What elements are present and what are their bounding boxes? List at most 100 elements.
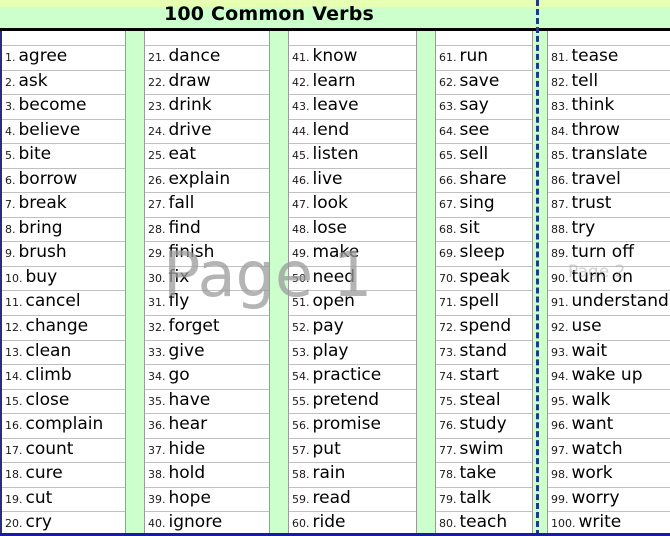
list-item[interactable]: 13. clean <box>2 341 125 366</box>
list-item[interactable]: 18. cure <box>2 463 125 488</box>
list-item[interactable]: 99. worry <box>548 488 670 513</box>
list-item[interactable]: 37. hide <box>145 439 269 464</box>
list-item[interactable]: 85. translate <box>548 144 670 169</box>
list-item[interactable]: 27. fall <box>145 193 269 218</box>
list-item[interactable]: 42. learn <box>289 71 416 96</box>
list-item[interactable]: 51. open <box>289 291 416 317</box>
list-item[interactable]: 28. find <box>145 218 269 243</box>
list-item[interactable]: 70. speak <box>436 267 532 292</box>
list-item[interactable]: 50. need <box>289 267 416 292</box>
list-item[interactable]: 54. practice <box>289 365 416 390</box>
list-item[interactable]: 71. spell <box>436 291 532 317</box>
item-number: 100. <box>551 517 576 531</box>
list-item[interactable]: 5. bite <box>2 144 125 169</box>
list-item[interactable]: 43. leave <box>289 95 416 120</box>
list-item[interactable]: 25. eat <box>145 144 269 169</box>
list-item[interactable]: 14. climb <box>2 365 125 390</box>
list-item[interactable]: 49. make <box>289 242 416 267</box>
list-item[interactable]: 97. watch <box>548 439 670 464</box>
list-item[interactable]: 75. steal <box>436 390 532 415</box>
list-item[interactable]: 73. stand <box>436 341 532 366</box>
list-item[interactable]: 69. sleep <box>436 242 532 267</box>
list-item[interactable]: 95. walk <box>548 390 670 415</box>
list-item[interactable]: 88. try <box>548 218 670 243</box>
list-item[interactable]: 3. become <box>2 95 125 120</box>
list-item[interactable]: 56. promise <box>289 414 416 439</box>
list-item[interactable]: 31. fly <box>145 291 269 317</box>
list-item[interactable]: 61. run <box>436 46 532 71</box>
list-item[interactable]: 8. bring <box>2 218 125 243</box>
list-item[interactable]: 57. put <box>289 439 416 464</box>
list-item[interactable]: 39. hope <box>145 488 269 513</box>
list-item[interactable]: 47. look <box>289 193 416 218</box>
list-item[interactable]: 26. explain <box>145 169 269 194</box>
list-item[interactable]: 72. spend <box>436 316 532 341</box>
list-item[interactable]: 10. buy <box>2 267 125 292</box>
item-word: break <box>18 193 67 214</box>
list-item[interactable]: 91. understand <box>548 291 670 317</box>
list-item[interactable]: 94. wake up <box>548 365 670 390</box>
list-item[interactable]: 86. travel <box>548 169 670 194</box>
list-item[interactable]: 74. start <box>436 365 532 390</box>
list-item[interactable]: 38. hold <box>145 463 269 488</box>
list-item[interactable]: 62. save <box>436 71 532 96</box>
list-item[interactable]: 68. sit <box>436 218 532 243</box>
list-item[interactable]: 93. wait <box>548 341 670 366</box>
list-item[interactable]: 33. give <box>145 341 269 366</box>
list-item[interactable]: 98. work <box>548 463 670 488</box>
list-item[interactable]: 41. know <box>289 46 416 71</box>
list-item[interactable]: 17. count <box>2 439 125 464</box>
list-item[interactable]: 67. sing <box>436 193 532 218</box>
list-item[interactable]: 87. trust <box>548 193 670 218</box>
list-item[interactable]: 24. drive <box>145 120 269 145</box>
list-item[interactable]: 90. turn on <box>548 267 670 292</box>
list-item[interactable]: 79. talk <box>436 488 532 513</box>
list-item[interactable]: 23. drink <box>145 95 269 120</box>
list-item[interactable]: 9. brush <box>2 242 125 267</box>
list-item[interactable]: 15. close <box>2 390 125 415</box>
list-item[interactable]: 34. go <box>145 365 269 390</box>
list-item[interactable]: 52. pay <box>289 316 416 341</box>
list-item[interactable]: 84. throw <box>548 120 670 145</box>
list-item[interactable]: 55. pretend <box>289 390 416 415</box>
list-item[interactable]: 29. finish <box>145 242 269 267</box>
list-item[interactable]: 83. think <box>548 95 670 120</box>
list-item[interactable]: 6. borrow <box>2 169 125 194</box>
list-item[interactable]: 7. break <box>2 193 125 218</box>
list-item[interactable]: 46. live <box>289 169 416 194</box>
list-item[interactable]: 65. sell <box>436 144 532 169</box>
list-item[interactable]: 32. forget <box>145 316 269 341</box>
list-item[interactable]: 92. use <box>548 316 670 341</box>
list-item[interactable]: 82. tell <box>548 71 670 96</box>
list-item[interactable]: 4. believe <box>2 120 125 145</box>
list-item[interactable]: 64. see <box>436 120 532 145</box>
list-item[interactable]: 1. agree <box>2 46 125 71</box>
list-item[interactable]: 78. take <box>436 463 532 488</box>
list-item[interactable]: 59. read <box>289 488 416 513</box>
list-item[interactable]: 21. dance <box>145 46 269 71</box>
list-item[interactable]: 66. share <box>436 169 532 194</box>
list-item[interactable]: 22. draw <box>145 71 269 96</box>
list-item[interactable]: 53. play <box>289 341 416 366</box>
list-item[interactable]: 58. rain <box>289 463 416 488</box>
list-item[interactable]: 45. listen <box>289 144 416 169</box>
list-item[interactable]: 76. study <box>436 414 532 439</box>
list-item[interactable]: 48. lose <box>289 218 416 243</box>
list-item[interactable]: 11. cancel <box>2 291 125 317</box>
list-item[interactable]: 44. lend <box>289 120 416 145</box>
list-item[interactable]: 81. tease <box>548 46 670 71</box>
item-number: 54. <box>292 370 310 384</box>
list-item[interactable]: 30. fix <box>145 267 269 292</box>
list-item[interactable]: 12. change <box>2 316 125 341</box>
item-number: 72. <box>439 321 457 335</box>
list-item[interactable]: 77. swim <box>436 439 532 464</box>
list-item[interactable]: 89. turn off <box>548 242 670 267</box>
list-item[interactable]: 19. cut <box>2 488 125 513</box>
list-item[interactable]: 63. say <box>436 95 532 120</box>
list-item[interactable]: 96. want <box>548 414 670 439</box>
list-item[interactable]: 35. have <box>145 390 269 415</box>
list-item[interactable]: 36. hear <box>145 414 269 439</box>
list-item[interactable]: 2. ask <box>2 71 125 96</box>
item-number: 57. <box>292 443 310 457</box>
list-item[interactable]: 16. complain <box>2 414 125 439</box>
